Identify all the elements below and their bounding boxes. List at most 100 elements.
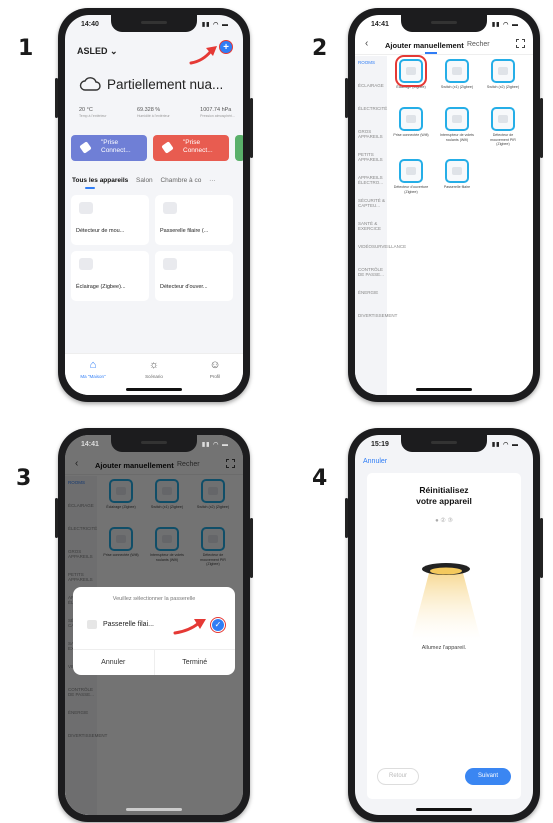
- device-card[interactable]: Détecteur de mou...: [71, 195, 149, 245]
- device-type-lighting[interactable]: Éclairage (Zigbee): [391, 55, 431, 90]
- reset-title-line2: votre appareil: [416, 496, 472, 506]
- stat-temperature: 20 °C Temp à l'extérieur: [79, 107, 107, 127]
- status-time: 14:41: [81, 441, 99, 448]
- profile-icon: ☺: [209, 359, 221, 371]
- scene-shortcuts: "Prise Connect... "Prise Connect...: [71, 135, 243, 161]
- phone-reset-device: 15:19 ▮▮ ◠ ▬ Annuler Réinitialisez votre…: [345, 428, 543, 822]
- tab-salon[interactable]: Salon: [136, 177, 153, 184]
- step-number-4: 4: [312, 466, 328, 491]
- reset-title: Réinitialisez votre appareil: [367, 485, 521, 507]
- checkmark-icon[interactable]: ✓: [210, 617, 226, 633]
- done-button[interactable]: Terminé: [153, 650, 236, 675]
- device-type-label: Éclairage (Zigbee): [396, 85, 426, 89]
- home-indicator: [126, 388, 182, 391]
- device-name: Passerelle filaire (...: [160, 228, 209, 234]
- signal-icon: ▮▮ ◠ ▬: [491, 22, 519, 28]
- category-item[interactable]: ÉNERGIE: [355, 286, 387, 309]
- back-arrow-icon[interactable]: ‹: [365, 38, 368, 49]
- stat-value: 1007.74 hPa: [200, 107, 232, 113]
- status-time: 15:19: [371, 441, 389, 448]
- device-type-plug[interactable]: Prise connectée (Wifi): [391, 107, 431, 138]
- category-item[interactable]: ÉCLAIRAGE: [355, 79, 387, 102]
- gateway-option[interactable]: Passerelle filai... ✓: [87, 617, 227, 635]
- next-button[interactable]: Suivant: [465, 768, 511, 785]
- tab-add-manually[interactable]: Ajouter manuellement: [385, 41, 464, 50]
- device-type-pir[interactable]: Détecteur de mouvement PIR (Zigbee): [483, 107, 523, 147]
- dialog-title: Veuillez sélectionner la passerelle: [112, 596, 196, 602]
- scene-card-2[interactable]: "Prise Connect...: [153, 135, 229, 161]
- room-tabs: Tous les appareils Salon Chambre à co ··…: [72, 177, 239, 191]
- reset-device-screen: 15:19 ▮▮ ◠ ▬ Annuler Réinitialisez votre…: [355, 435, 533, 815]
- device-type-shutter[interactable]: Interrupteur de volets roulants (Wifi): [437, 107, 477, 142]
- category-item[interactable]: SANTÉ & EXERCICE: [355, 217, 387, 240]
- device-type-gateway[interactable]: Passerelle filaire: [437, 159, 477, 190]
- category-item[interactable]: ÉLECTRICITÉ: [355, 102, 387, 125]
- category-item[interactable]: VIDÉOSURVEILLANCE: [355, 240, 406, 263]
- more-tabs-icon[interactable]: ···: [209, 177, 216, 184]
- category-item[interactable]: CONTRÔLE DE PASSE...: [355, 263, 387, 286]
- add-device-button[interactable]: +: [219, 40, 233, 54]
- nav-profile[interactable]: ☺ Profil: [195, 359, 235, 379]
- category-item[interactable]: ROOMS: [355, 56, 387, 79]
- home-selector[interactable]: ASLED ⌄: [77, 46, 118, 56]
- device-card[interactable]: Détecteur d'ouver...: [155, 251, 233, 301]
- category-item[interactable]: GROS APPAREILS: [355, 125, 387, 148]
- house-icon: ⌂: [89, 359, 97, 371]
- device-icon: [163, 202, 177, 214]
- scene-card-1[interactable]: "Prise Connect...: [71, 135, 147, 161]
- stat-humidity: 69.328 % Humidité à l'extérieur: [137, 107, 170, 127]
- select-gateway-screen: 14:41 ▮▮ ◠ ▬ ‹ Ajouter manuellement Rech…: [65, 435, 243, 815]
- category-item[interactable]: APPAREILS ÉLECTRO...: [355, 171, 387, 194]
- signal-icon: ▮▮ ◠ ▬: [491, 442, 519, 448]
- nav-label: Ma "Maison": [80, 374, 106, 379]
- scene-card-3[interactable]: [235, 135, 243, 161]
- reset-message: Allumez l'appareil.: [421, 645, 467, 651]
- device-type-switch1[interactable]: Switch (x1) (Zigbee): [437, 59, 477, 90]
- home-indicator: [126, 808, 182, 811]
- back-button[interactable]: Retour: [377, 768, 419, 785]
- home-indicator: [416, 388, 472, 391]
- red-arrow-icon: [189, 46, 217, 65]
- home-topbar: ASLED ⌄ +: [77, 40, 233, 65]
- device-type-icon: [445, 59, 469, 83]
- ceiling-lamp-icon: [411, 563, 481, 641]
- device-type-label: Détecteur d'ouverture (Zigbee): [393, 185, 429, 194]
- device-type-icon: [399, 159, 423, 183]
- add-header: ‹ Ajouter manuellement Recher: [355, 37, 533, 55]
- step-number-1: 1: [18, 36, 34, 61]
- device-type-icon: [491, 59, 515, 83]
- status-time: 14:41: [371, 21, 389, 28]
- nav-home[interactable]: ⌂ Ma "Maison": [73, 359, 113, 379]
- tab-search[interactable]: Recher: [467, 41, 490, 48]
- device-type-label: Passerelle filaire: [443, 185, 471, 189]
- category-item[interactable]: SÉCURITÉ & CAPTEU...: [355, 194, 387, 217]
- category-item[interactable]: PETITS APPAREILS: [355, 148, 387, 171]
- home-screen: 14:40 ▮▮ ◠ ▬ ASLED ⌄ + Partiellement nua…: [65, 15, 243, 395]
- device-type-icon: [445, 107, 469, 131]
- device-icon: [163, 258, 177, 270]
- device-card[interactable]: Passerelle filaire (...: [155, 195, 233, 245]
- nav-label: Profil: [209, 374, 221, 379]
- cancel-link[interactable]: Annuler: [363, 458, 387, 465]
- nav-scenario[interactable]: ☼ Scénario: [134, 359, 174, 379]
- cancel-button[interactable]: Annuler: [73, 650, 154, 675]
- select-gateway-dialog: Veuillez sélectionner la passerelle Pass…: [73, 587, 235, 675]
- gateway-icon: [87, 620, 97, 629]
- phone-add-device: 14:41 ▮▮ ◠ ▬ ‹ Ajouter manuellement Rech…: [345, 8, 543, 402]
- signal-icon: ▮▮ ◠ ▬: [201, 22, 229, 28]
- tab-all-devices[interactable]: Tous les appareils: [72, 177, 128, 184]
- device-type-switch2[interactable]: Switch (x2) (Zigbee): [483, 59, 523, 90]
- category-item[interactable]: DIVERTISSEMENT: [355, 309, 397, 332]
- device-name: Détecteur d'ouver...: [160, 284, 208, 290]
- weather-text: Partiellement nua...: [107, 77, 224, 92]
- tab-chambre[interactable]: Chambre à co: [160, 177, 201, 184]
- scan-icon[interactable]: [516, 39, 525, 48]
- device-type-icon: [399, 107, 423, 131]
- stat-value: 20 °C: [79, 107, 93, 113]
- device-type-door-sensor[interactable]: Détecteur d'ouverture (Zigbee): [391, 159, 431, 194]
- nav-label: Scénario: [145, 374, 163, 379]
- phone-home-screen: 14:40 ▮▮ ◠ ▬ ASLED ⌄ + Partiellement nua…: [55, 8, 253, 402]
- device-type-icon: [395, 55, 427, 87]
- phone-notch: [401, 15, 487, 32]
- device-card[interactable]: Éclairage (Zigbee)...: [71, 251, 149, 301]
